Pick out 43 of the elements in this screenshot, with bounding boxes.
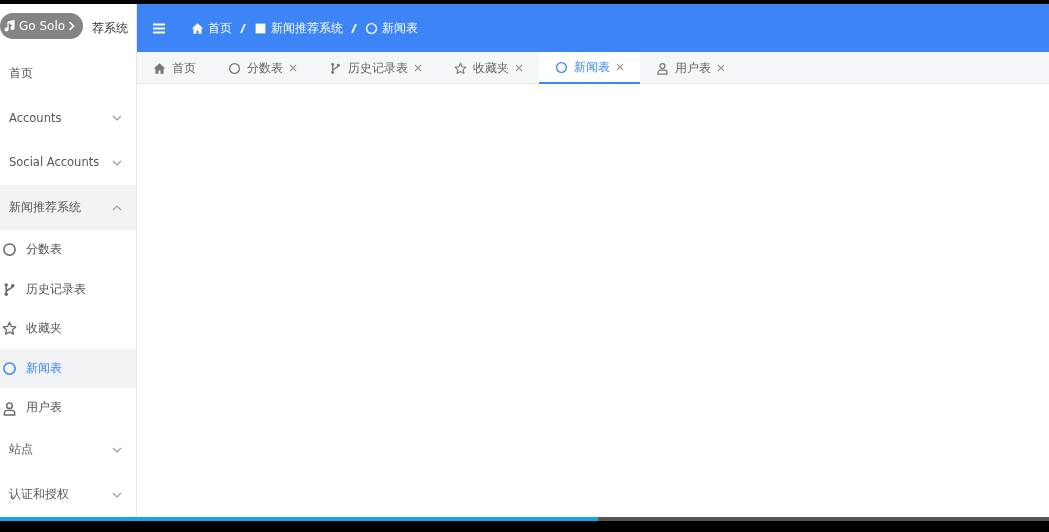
chevron-down-icon — [112, 491, 122, 498]
progress-track[interactable] — [0, 517, 1049, 521]
breadcrumb-link[interactable]: 新闻推荐系统 — [254, 19, 343, 37]
menu-icon[interactable] — [153, 22, 165, 34]
tab[interactable]: 首页 — [137, 52, 212, 84]
close-icon[interactable] — [717, 64, 725, 72]
chevron-down-icon — [112, 447, 122, 454]
tab[interactable]: 新闻表 — [539, 52, 640, 84]
tab[interactable]: 用户表 — [640, 52, 741, 84]
sidebar-item[interactable]: 新闻推荐系统 — [0, 185, 136, 230]
user-icon — [2, 400, 17, 416]
close-icon[interactable] — [515, 64, 523, 72]
chevron-right-icon — [68, 21, 76, 31]
tab[interactable]: 历史记录表 — [313, 52, 438, 84]
sidebar-subitem[interactable]: 新闻表 — [0, 348, 136, 389]
square-icon — [254, 21, 267, 35]
branch-icon — [329, 61, 342, 75]
user-icon — [656, 61, 669, 75]
tab[interactable]: 分数表 — [212, 52, 313, 84]
circle-icon — [555, 60, 568, 74]
star-icon — [454, 61, 467, 75]
circle-icon — [228, 61, 241, 75]
close-icon[interactable] — [289, 64, 297, 72]
circle-icon — [2, 360, 17, 376]
star-icon — [2, 321, 17, 337]
breadcrumb-link[interactable]: 新闻表 — [365, 19, 418, 37]
chevron-down-icon — [112, 159, 122, 166]
breadcrumb-link[interactable]: 首页 — [191, 19, 232, 37]
circle-icon — [2, 242, 17, 258]
slash-separator-icon — [240, 22, 246, 34]
chevron-up-icon — [112, 204, 122, 211]
app-title: 荐系统 — [92, 19, 128, 37]
tab[interactable]: 收藏夹 — [438, 52, 539, 84]
go-solo-button[interactable]: Go Solo — [0, 13, 84, 39]
home-icon — [191, 21, 204, 35]
close-icon[interactable] — [616, 63, 624, 71]
home-icon — [153, 61, 166, 75]
close-icon[interactable] — [414, 64, 422, 72]
branch-icon — [2, 281, 17, 297]
chevron-down-icon — [112, 115, 122, 122]
slash-separator-icon — [351, 22, 357, 34]
circle-icon — [365, 21, 378, 35]
music-note-icon — [4, 20, 16, 32]
